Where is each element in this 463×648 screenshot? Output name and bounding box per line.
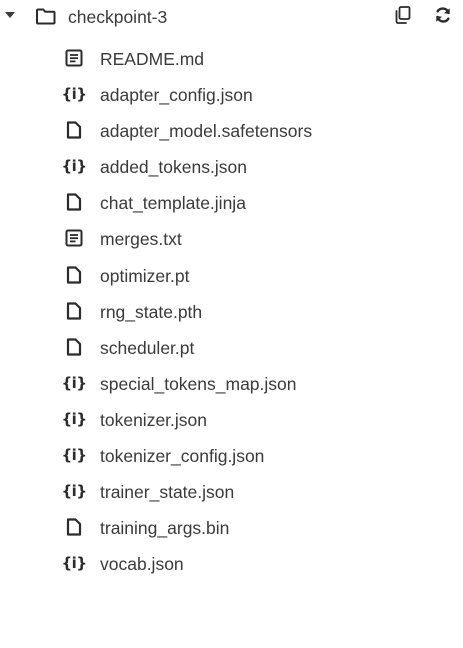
file-row[interactable]: scheduler.pt [0,329,463,365]
json-glyph: {i} [61,409,88,428]
file-row[interactable]: adapter_model.safetensors [0,112,463,148]
file-name: scheduler.pt [100,337,195,358]
file-row[interactable]: {i} vocab.json [0,545,463,581]
json-glyph: {i} [61,482,88,501]
json-glyph: {i} [61,373,88,392]
file-name: trainer_state.json [100,482,235,503]
file-icon [63,336,85,358]
file-name: added_tokens.json [100,157,247,178]
json-file-icon: {i} [61,408,88,430]
json-file-icon: {i} [61,155,88,177]
file-row[interactable]: {i} special_tokens_map.json [0,365,463,401]
caret-down-icon[interactable] [4,10,16,22]
refresh-icon[interactable] [430,2,456,28]
folder-icon [35,5,57,27]
text-file-icon [63,227,85,249]
file-name: README.md [100,49,205,69]
file-name: special_tokens_map.json [100,373,297,394]
file-row[interactable]: {i} tokenizer.json [0,401,463,437]
file-icon [63,191,85,213]
file-row[interactable]: merges.txt [0,220,463,256]
text-file-icon [63,47,85,69]
file-name: tokenizer_config.json [100,446,265,467]
file-name: tokenizer.json [100,409,208,430]
file-row[interactable]: {i} trainer_state.json [0,473,463,509]
json-file-icon: {i} [61,83,88,105]
json-file-icon: {i} [61,372,88,394]
json-file-icon: {i} [61,480,88,502]
file-name: adapter_config.json [100,85,253,106]
copy-icon[interactable] [390,2,416,28]
json-glyph: {i} [61,446,88,465]
file-row[interactable]: {i} tokenizer_config.json [0,437,463,473]
json-glyph: {i} [61,85,88,104]
file-icon [63,119,85,141]
file-row[interactable]: {i} added_tokens.json [0,148,463,184]
file-row[interactable]: README.md [0,40,463,76]
json-file-icon: {i} [61,552,88,574]
json-glyph: {i} [61,157,88,176]
file-name: vocab.json [100,554,184,575]
file-icon [63,516,85,538]
file-row[interactable]: chat_template.jinja [0,184,463,220]
file-name: rng_state.pth [100,301,203,322]
file-row[interactable]: training_args.bin [0,509,463,545]
file-name: chat_template.jinja [100,193,246,214]
file-icon [63,264,85,286]
file-row[interactable]: optimizer.pt [0,257,463,293]
folder-row-checkpoint-3[interactable]: checkpoint-3 [0,0,463,34]
folder-name: checkpoint-3 [68,7,168,27]
file-row[interactable]: {i} adapter_config.json [0,76,463,112]
file-name: training_args.bin [100,518,230,539]
file-list: README.md {i} adapter_config.json adapter_… [0,40,463,581]
file-name: optimizer.pt [100,265,190,286]
file-icon [63,300,85,322]
file-name: merges.txt [100,229,182,250]
file-name: adapter_model.safetensors [100,121,313,142]
file-row[interactable]: rng_state.pth [0,293,463,329]
json-glyph: {i} [61,554,88,573]
json-file-icon: {i} [61,444,88,466]
